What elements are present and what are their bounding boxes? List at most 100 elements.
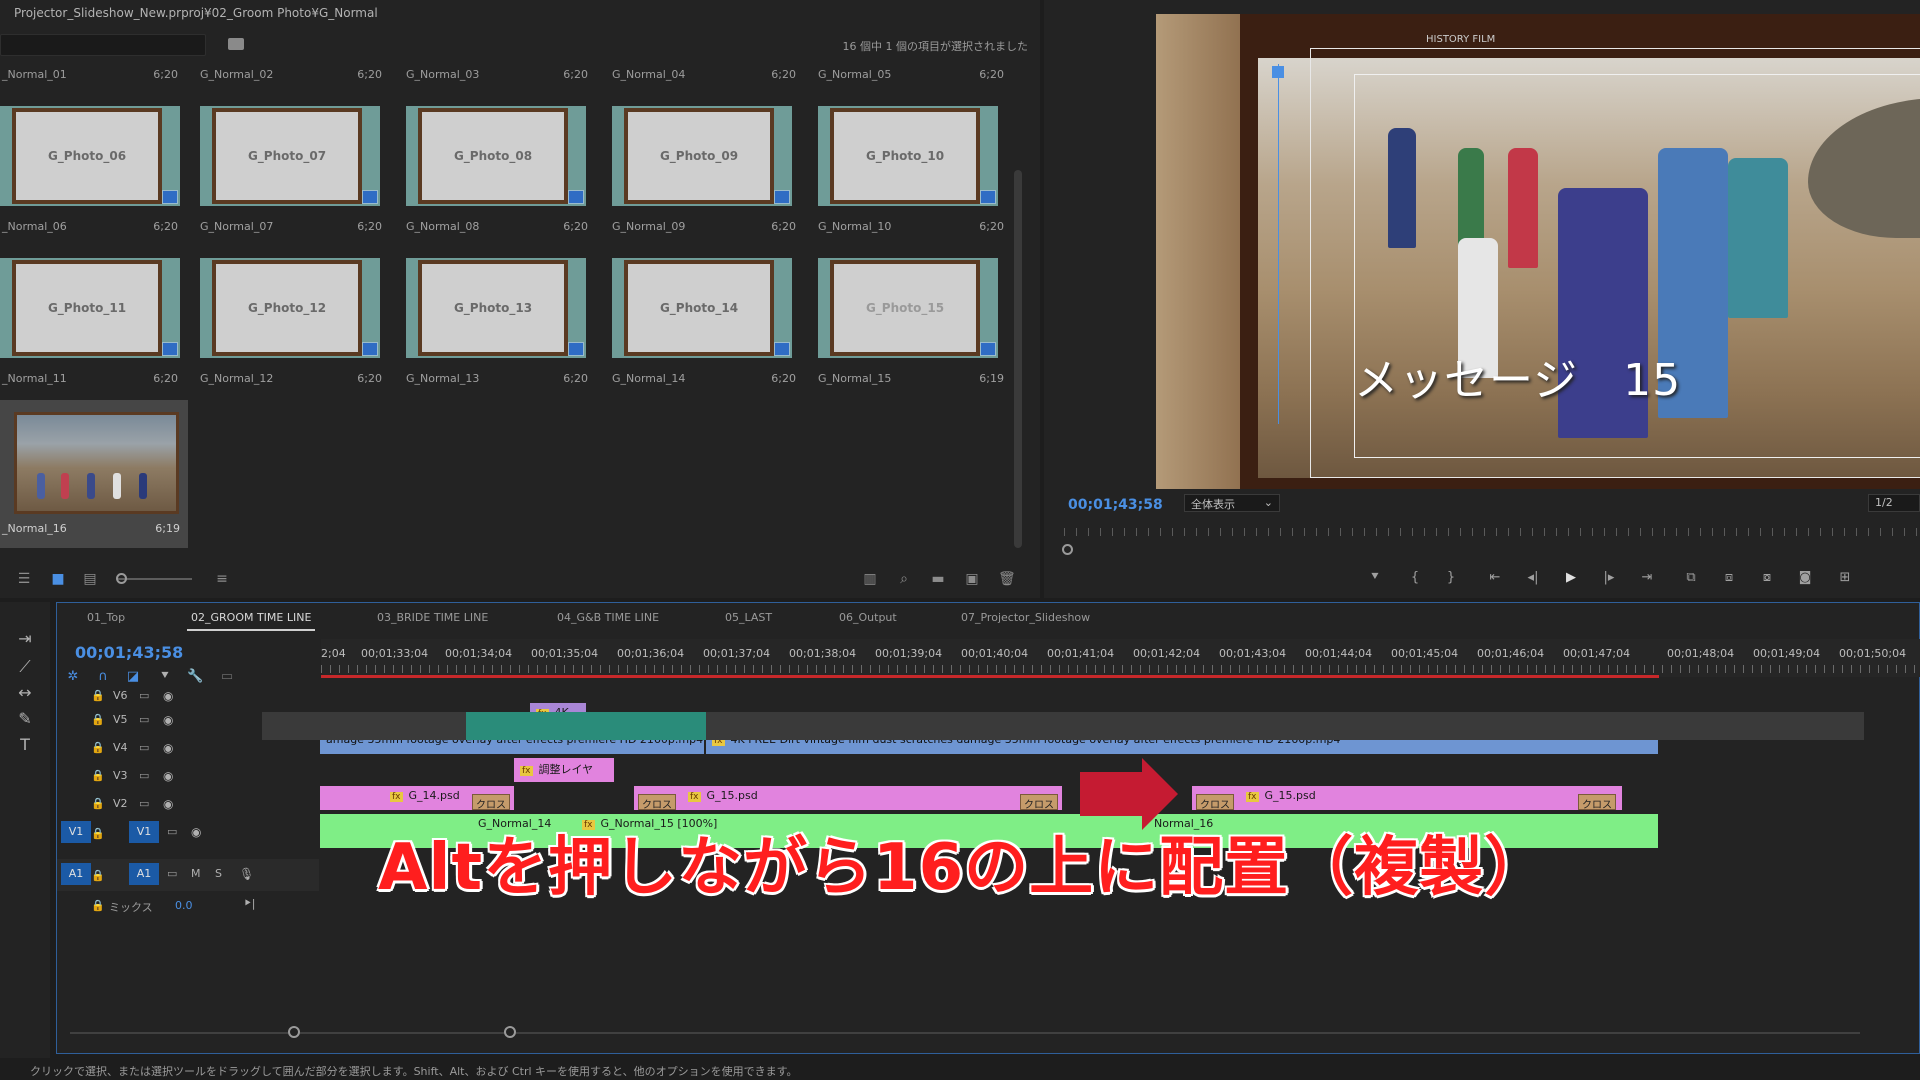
monitor-time-ruler[interactable] [1064,522,1920,542]
target-track-v1[interactable]: V1 [129,821,159,843]
eye-icon[interactable]: ◉ [191,825,201,839]
new-bin-icon[interactable] [228,38,244,50]
sync-icon[interactable]: ▭ [167,825,177,838]
list-item[interactable]: G_Normal_03 6;20 [406,68,588,86]
search-input[interactable] [0,34,206,56]
clip-thumbnail[interactable]: G_Photo_14 [612,258,792,358]
resolution-select[interactable]: 1/2 [1868,494,1920,512]
pen-icon[interactable]: ✎ [14,708,36,730]
tab-04-gb-time-line[interactable]: 04_G&B TIME LINE [557,611,659,624]
list-item[interactable]: G_Normal_08 6;20 [406,220,588,236]
step-forward-icon[interactable]: |▸ [1598,568,1620,588]
freeform-view-icon[interactable]: ▤ [82,572,98,586]
go-to-in-icon[interactable]: ⇤ [1484,568,1506,588]
mark-in-icon[interactable]: { [1404,568,1426,588]
icon-view-icon[interactable]: ■ [50,572,66,586]
list-item[interactable]: _Normal_06 6;20 [2,220,178,236]
type-icon[interactable]: T [14,734,36,756]
slip-icon[interactable]: ↔ [14,682,36,704]
clip-thumbnail[interactable]: G_Photo_06 [0,106,180,206]
automate-to-sequence-icon[interactable]: ▥ [862,572,878,586]
lift-icon[interactable]: ⧉ [1680,568,1702,588]
time-ruler[interactable]: 2;04 00;01;33;04 00;01;34;04 00;01;35;04… [321,639,1920,677]
tab-06-output[interactable]: 06_Output [839,611,897,624]
tab-05-last[interactable]: 05_LAST [725,611,772,624]
lock-icon[interactable]: 🔒 [91,689,105,702]
list-item[interactable]: G_Normal_10 6;20 [818,220,1004,236]
cross-dissolve-transition[interactable]: クロス [1578,794,1616,811]
cross-dissolve-transition[interactable]: クロス [472,794,510,811]
list-item[interactable]: _Normal_11 6;20 [2,372,178,388]
eye-icon[interactable]: ◉ [163,797,173,811]
eye-icon[interactable]: ◉ [163,741,173,755]
sync-icon[interactable]: ▭ [139,769,149,782]
list-item[interactable]: G_Normal_14 6;20 [612,372,796,388]
list-item[interactable]: G_Normal_15 6;19 [818,372,1004,388]
export-frame-icon[interactable]: ◙ [1794,568,1816,588]
target-track-a1[interactable]: A1 [129,863,159,885]
list-item[interactable]: G_Normal_02 6;20 [200,68,382,86]
clip-v2-g15[interactable]: fx G_15.psd [634,786,1062,810]
thumbnail-zoom-slider[interactable] [118,578,192,580]
lock-icon[interactable]: 🔒 [91,769,105,782]
find-icon[interactable]: ⌕ [896,572,912,586]
sequence-timecode[interactable]: 00;01;43;58 [75,643,183,662]
mute-button[interactable]: M [191,867,201,880]
zoom-select[interactable]: 全体表示 ⌄ [1184,494,1280,512]
scroll-handle-left[interactable] [288,1026,300,1038]
sync-icon[interactable]: ▭ [139,689,149,702]
clip-thumbnail[interactable]: G_Photo_07 [200,106,380,206]
clip-thumbnail[interactable]: G_Photo_09 [612,106,792,206]
sync-icon[interactable]: ▭ [139,713,149,726]
mark-out-icon[interactable]: } [1440,568,1462,588]
selected-clip-item[interactable]: _Normal_16 6;19 [0,400,188,548]
source-patch-v1[interactable]: V1 [61,821,91,843]
clip-thumbnail[interactable]: G_Photo_11 [0,258,180,358]
audio-clip[interactable] [466,712,706,740]
new-item-icon[interactable]: ▣ [964,572,980,586]
add-marker-icon[interactable]: ⯆ [1364,568,1386,588]
cross-dissolve-transition[interactable]: クロス [1020,794,1058,811]
clip-v3-adjustment-layer[interactable]: fx 調整レイヤ [514,758,614,782]
playhead-line[interactable] [1278,64,1279,424]
eye-icon[interactable]: ◉ [163,769,173,783]
list-view-icon[interactable]: ☰ [16,572,32,586]
extract-icon[interactable]: ⧈ [1718,568,1740,588]
lock-icon[interactable]: 🔒 [91,797,105,810]
list-item[interactable]: _Normal_01 6;20 [2,68,178,86]
tab-01-top[interactable]: 01_Top [87,611,125,624]
list-item[interactable]: G_Normal_13 6;20 [406,372,588,388]
playhead-timecode[interactable]: 00;01;43;58 [1068,497,1163,513]
clip-thumbnail[interactable]: G_Photo_12 [200,258,380,358]
list-item[interactable]: G_Normal_09 6;20 [612,220,796,236]
lock-icon[interactable]: 🔒 [91,713,105,726]
lock-icon[interactable]: 🔒 [91,741,105,754]
message-title[interactable]: メッセージ 15 [1354,344,1681,408]
project-scrollbar[interactable] [1014,170,1022,548]
clip-v2-g15-duplicate[interactable]: fx G_15.psd [1192,786,1622,810]
list-item[interactable]: G_Normal_04 6;20 [612,68,796,86]
scroll-handle-right[interactable] [504,1026,516,1038]
sync-icon[interactable]: ▭ [139,741,149,754]
tab-03-bride-time-line[interactable]: 03_BRIDE TIME LINE [377,611,488,624]
clip-thumbnail[interactable]: G_Photo_13 [406,258,586,358]
lock-icon[interactable]: 🔒 [91,869,105,882]
step-back-icon[interactable]: ◂| [1522,568,1544,588]
microphone-icon[interactable]: 🎙 [239,867,254,881]
list-item[interactable]: G_Normal_05 6;20 [818,68,1004,86]
clip-thumbnail[interactable]: G_Photo_15 [818,258,998,358]
mix-value[interactable]: 0.0 [175,899,193,912]
eye-icon[interactable]: ◉ [163,689,173,703]
clip-thumbnail[interactable]: G_Photo_08 [406,106,586,206]
go-to-out-icon[interactable]: ⇥ [1636,568,1658,588]
tab-07-projector-slideshow[interactable]: 07_Projector_Slideshow [961,611,1090,624]
sync-icon[interactable]: ▭ [167,867,177,880]
cross-dissolve-transition[interactable]: クロス [638,794,676,811]
playhead-handle[interactable] [1272,66,1284,78]
new-bin-folder-icon[interactable]: ▬ [930,572,946,586]
list-item[interactable]: G_Normal_12 6;20 [200,372,382,388]
zoom-slider-knob[interactable] [116,573,127,584]
cross-dissolve-transition[interactable]: クロス [1196,794,1234,811]
timeline-horizontal-scrollbar[interactable] [70,1032,1860,1034]
clip-thumbnail[interactable]: G_Photo_10 [818,106,998,206]
